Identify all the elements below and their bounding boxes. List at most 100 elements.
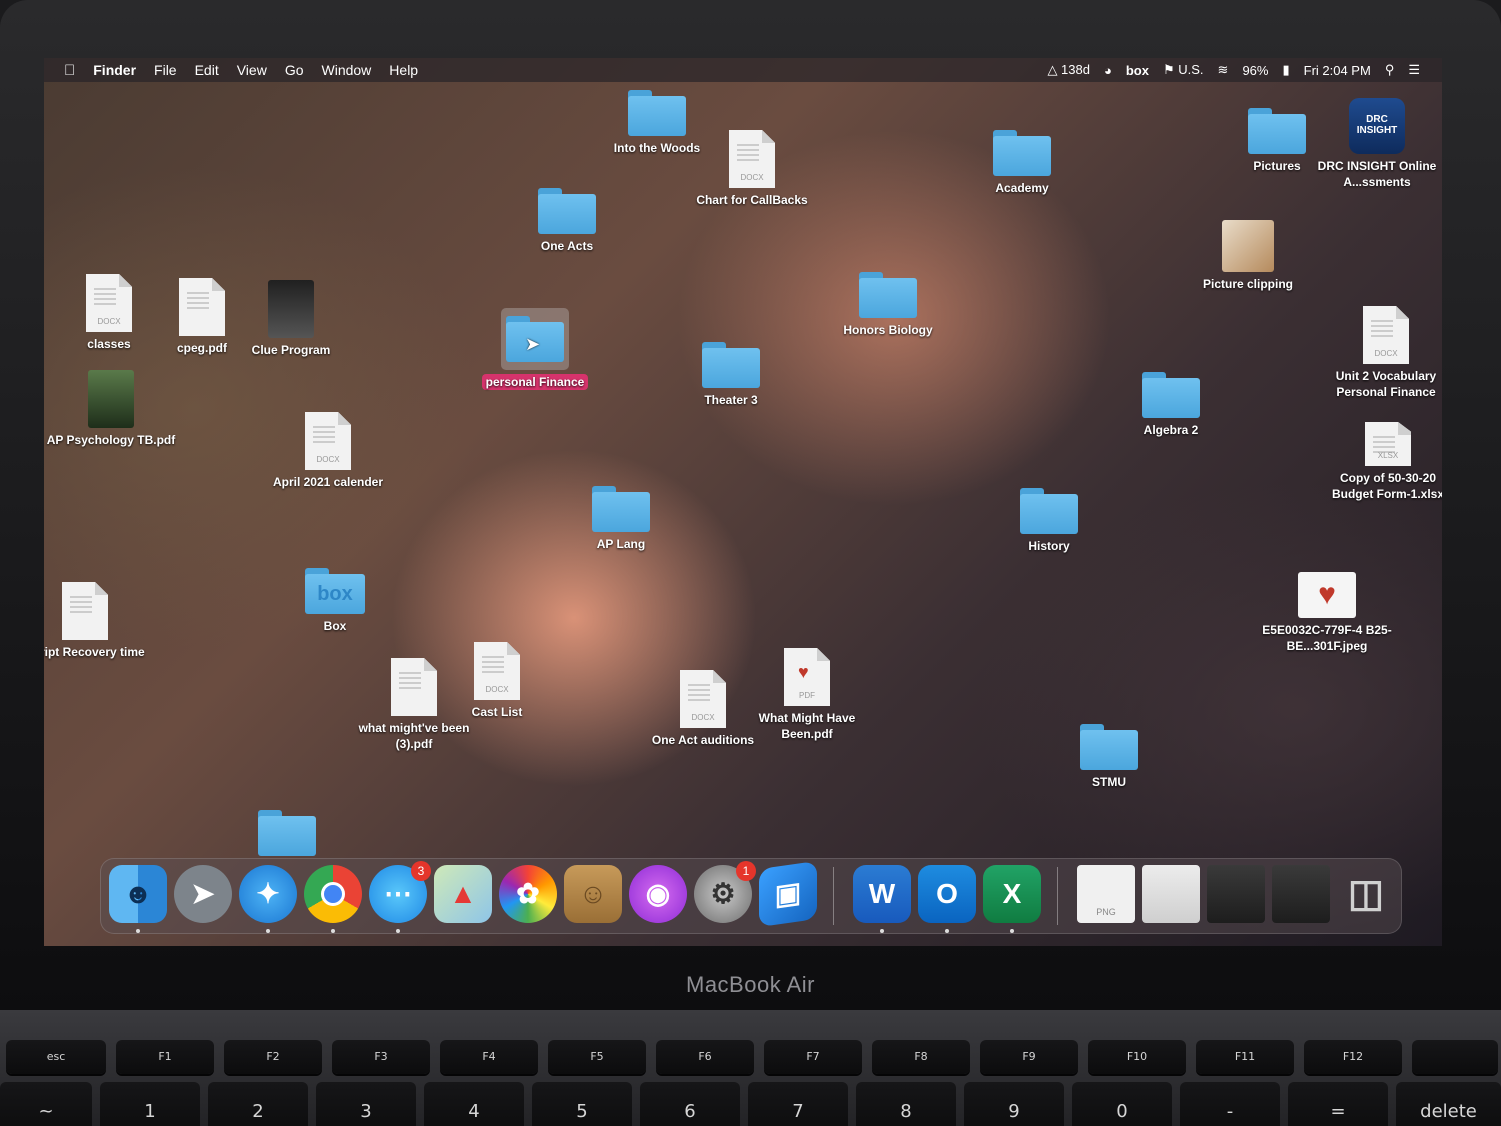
docx-file-icon: DOCX bbox=[729, 130, 775, 188]
menu-view[interactable]: View bbox=[237, 62, 267, 78]
key-3[interactable]: 3 bbox=[316, 1082, 416, 1126]
battery-icon[interactable]: ▮ bbox=[1282, 62, 1289, 78]
dock-excel[interactable]: X bbox=[983, 865, 1041, 933]
key-f7[interactable]: F7 bbox=[764, 1040, 862, 1074]
menu-file[interactable]: File bbox=[154, 62, 177, 78]
apple-menu-icon[interactable]:  bbox=[64, 62, 75, 79]
file-copy-budget-xlsx[interactable]: XLSX Copy of 50-30-20 Budget Form-1.xlsx bbox=[1323, 422, 1442, 502]
key-f1[interactable]: F1 bbox=[116, 1040, 214, 1074]
cloud-sync-icon[interactable]: ◕ bbox=[1104, 63, 1112, 78]
dock-system-preferences[interactable]: ⚙ 1 bbox=[694, 861, 756, 923]
folder-honors-biology[interactable]: Honors Biology bbox=[823, 272, 953, 338]
dock-word[interactable]: W bbox=[853, 865, 911, 933]
folder-icon bbox=[628, 90, 686, 136]
pdf-file-icon bbox=[62, 582, 108, 640]
key-f9[interactable]: F9 bbox=[980, 1040, 1078, 1074]
key-4[interactable]: 4 bbox=[424, 1082, 524, 1126]
file-clue-program[interactable]: Clue Program bbox=[226, 280, 356, 358]
key-1[interactable]: 1 bbox=[100, 1082, 200, 1126]
dock-screens-app[interactable]: ▣ bbox=[759, 860, 817, 928]
docx-file-icon: DOCX bbox=[1363, 306, 1409, 364]
key-9[interactable]: 9 bbox=[964, 1082, 1064, 1126]
file-e5e0032c-jpeg[interactable]: ♥ E5E0032C-779F-4 B25-BE...301F.jpeg bbox=[1262, 572, 1392, 654]
key-f12[interactable]: F12 bbox=[1304, 1040, 1402, 1074]
key-f11[interactable]: F11 bbox=[1196, 1040, 1294, 1074]
key-delete[interactable]: delete bbox=[1396, 1082, 1501, 1126]
file-unit-2-vocabulary[interactable]: DOCX Unit 2 Vocabulary Personal Finance bbox=[1321, 306, 1442, 400]
key-6[interactable]: 6 bbox=[640, 1082, 740, 1126]
folder-academy[interactable]: Academy bbox=[957, 130, 1087, 196]
file-april-2021-calender[interactable]: DOCX April 2021 calender bbox=[263, 412, 393, 490]
file-what-mightve-been[interactable]: what might've been (3).pdf bbox=[349, 658, 479, 752]
app-drc-insight[interactable]: DRC INSIGHT DRC INSIGHT Online A...ssmen… bbox=[1312, 98, 1442, 190]
dock-finder[interactable]: ☻ bbox=[109, 865, 167, 933]
input-source-menu[interactable]: ⚑ U.S. bbox=[1163, 62, 1204, 78]
folder-ap-lang[interactable]: AP Lang bbox=[556, 486, 686, 552]
file-what-might-have-been[interactable]: PDF ♥ What Might Have Been.pdf bbox=[742, 648, 872, 742]
dock-podcasts[interactable]: ◉ bbox=[629, 865, 687, 923]
folder-theater-3[interactable]: Theater 3 bbox=[666, 342, 796, 408]
picture-clipping-icon bbox=[1222, 220, 1274, 272]
key-f6[interactable]: F6 bbox=[656, 1040, 754, 1074]
dock-photos[interactable]: ✿ bbox=[499, 865, 557, 923]
folder-unlabeled[interactable] bbox=[222, 810, 352, 856]
key-f3[interactable]: F3 bbox=[332, 1040, 430, 1074]
function-key-row: esc F1 F2 F3 F4 F5 F6 F7 F8 F9 F10 F11 F… bbox=[0, 1040, 1501, 1080]
key-power[interactable] bbox=[1412, 1040, 1498, 1074]
key-f4[interactable]: F4 bbox=[440, 1040, 538, 1074]
menu-edit[interactable]: Edit bbox=[195, 62, 219, 78]
key-esc[interactable]: esc bbox=[6, 1040, 106, 1074]
dock-messages[interactable]: ⋯ 3 bbox=[369, 861, 431, 933]
dock-documents-stack[interactable] bbox=[1272, 865, 1330, 923]
file-script-recovery[interactable]: Script Recovery time bbox=[44, 582, 150, 660]
map-pin-icon: ▲ bbox=[449, 878, 477, 909]
excel-icon: X bbox=[1002, 878, 1022, 909]
notification-center-icon[interactable]: ☰ bbox=[1408, 62, 1420, 78]
file-ap-psychology-pdf[interactable]: AP Psychology TB.pdf bbox=[46, 370, 176, 448]
dock-contacts[interactable]: ☺ bbox=[564, 865, 622, 923]
dock-trash[interactable]: ◫ bbox=[1337, 865, 1395, 923]
folder-algebra-2[interactable]: Algebra 2 bbox=[1106, 372, 1236, 438]
key-f5[interactable]: F5 bbox=[548, 1040, 646, 1074]
folder-stmu[interactable]: STMU bbox=[1044, 724, 1174, 790]
dock-launchpad[interactable]: ➤ bbox=[174, 865, 232, 923]
key-f8[interactable]: F8 bbox=[872, 1040, 970, 1074]
key-7[interactable]: 7 bbox=[748, 1082, 848, 1126]
folder-icon bbox=[592, 486, 650, 532]
clock[interactable]: Fri 2:04 PM bbox=[1304, 63, 1371, 78]
key-f10[interactable]: F10 bbox=[1088, 1040, 1186, 1074]
battery-percent[interactable]: 96% bbox=[1242, 63, 1268, 78]
keyboard-deck: esc F1 F2 F3 F4 F5 F6 F7 F8 F9 F10 F11 F… bbox=[0, 1010, 1501, 1126]
folder-box[interactable]: box Box bbox=[270, 568, 400, 634]
file-chart-for-callbacks[interactable]: DOCX Chart for CallBacks bbox=[687, 130, 817, 208]
key-minus[interactable]: - bbox=[1180, 1082, 1280, 1126]
file-picture-clipping[interactable]: Picture clipping bbox=[1183, 220, 1313, 292]
menu-finder[interactable]: Finder bbox=[93, 62, 136, 78]
dock-png-file[interactable]: PNG bbox=[1077, 865, 1135, 923]
status-item-countdown[interactable]: △ 138d bbox=[1047, 62, 1090, 78]
menu-go[interactable]: Go bbox=[285, 62, 304, 78]
key-8[interactable]: 8 bbox=[856, 1082, 956, 1126]
key-0[interactable]: 0 bbox=[1072, 1082, 1172, 1126]
box-menu-icon[interactable]: box bbox=[1126, 63, 1149, 78]
menu-window[interactable]: Window bbox=[322, 62, 372, 78]
spotlight-search-icon[interactable]: ⚲ bbox=[1385, 62, 1395, 78]
menu-help[interactable]: Help bbox=[389, 62, 418, 78]
dock-recent-document[interactable] bbox=[1142, 865, 1200, 923]
dock-chrome[interactable] bbox=[304, 865, 362, 933]
dock-downloads-stack[interactable] bbox=[1207, 865, 1265, 923]
menu-bar:  Finder File Edit View Go Window Help △… bbox=[44, 58, 1442, 82]
key-f2[interactable]: F2 bbox=[224, 1040, 322, 1074]
key-5[interactable]: 5 bbox=[532, 1082, 632, 1126]
wifi-icon[interactable]: ≋ bbox=[1218, 62, 1229, 78]
key-tilde[interactable]: ~ bbox=[0, 1082, 92, 1126]
podcast-icon: ◉ bbox=[645, 878, 671, 909]
key-equals[interactable]: = bbox=[1288, 1082, 1388, 1126]
dock-outlook[interactable]: O bbox=[918, 865, 976, 933]
dock-maps[interactable]: ▲ bbox=[434, 865, 492, 923]
folder-one-acts[interactable]: One Acts bbox=[502, 188, 632, 254]
folder-history[interactable]: History bbox=[984, 488, 1114, 554]
key-2[interactable]: 2 bbox=[208, 1082, 308, 1126]
dock-safari[interactable]: ✦ bbox=[239, 865, 297, 933]
flag-icon: ⚑ bbox=[1162, 62, 1175, 77]
